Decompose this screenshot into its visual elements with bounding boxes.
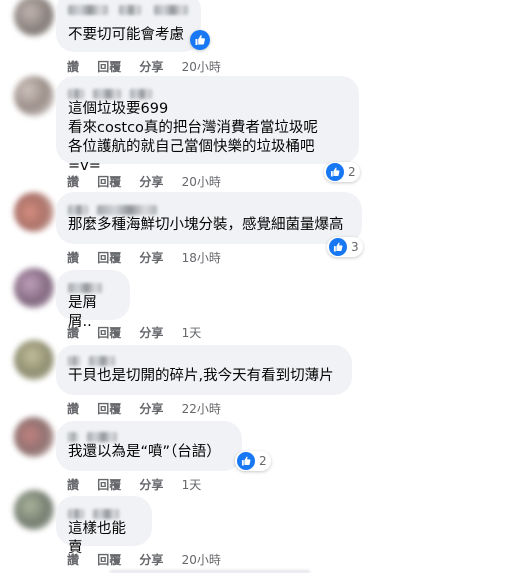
reaction-count: 2 <box>259 454 267 468</box>
avatar[interactable] <box>14 76 54 116</box>
reaction-badge[interactable]: 2 <box>235 451 271 471</box>
timestamp[interactable]: 20小時 <box>182 175 221 189</box>
thumbs-up-icon <box>326 163 344 181</box>
timestamp[interactable]: 18小時 <box>182 251 221 265</box>
comment-text: 干貝也是切開的碎片,我今天有看到切薄片 <box>68 368 334 384</box>
comment-bubble: 這樣也能賣 <box>56 496 152 556</box>
reply-button[interactable]: 回覆 <box>97 326 121 340</box>
comment-actions: 讚 回覆 分享 1天 <box>67 324 215 341</box>
reaction-count: 3 <box>351 240 359 254</box>
avatar[interactable] <box>14 417 54 457</box>
timestamp[interactable]: 20小時 <box>182 60 221 74</box>
avatar[interactable] <box>14 0 54 36</box>
avatar[interactable] <box>14 192 54 232</box>
reply-button[interactable]: 回覆 <box>97 175 121 189</box>
comment-bubble: 我還以為是“噴”（台語） <box>56 421 242 471</box>
thumbs-up-icon <box>329 238 347 256</box>
timestamp[interactable]: 20小時 <box>182 553 221 567</box>
reaction-badge[interactable]: 3 <box>327 237 363 257</box>
comment-bubble: 不要切可能會考慮 <box>56 0 201 52</box>
comment-actions: 讚 回覆 分享 20小時 <box>67 551 235 568</box>
comment-text: 我還以為是“噴”（台語） <box>68 444 221 460</box>
reply-button[interactable]: 回覆 <box>97 553 121 567</box>
thumbs-up-icon <box>190 30 210 50</box>
comment-bubble: 這個垃圾要699 看來costco真的把台灣消費者當垃圾呢 各位護航的就自己當個… <box>56 76 359 174</box>
thumbs-up-icon <box>237 452 255 470</box>
reply-button[interactable]: 回覆 <box>97 251 121 265</box>
comment-author[interactable] <box>68 427 230 442</box>
comment-author[interactable] <box>68 278 118 293</box>
comment-author[interactable] <box>68 84 347 99</box>
comment-author[interactable] <box>68 0 189 15</box>
like-button[interactable]: 讚 <box>67 60 79 74</box>
avatar[interactable] <box>14 268 54 308</box>
reaction-badge[interactable]: 2 <box>324 162 360 182</box>
comment-actions: 讚 回覆 分享 20小時 <box>67 173 235 190</box>
comment-author[interactable] <box>68 504 140 519</box>
reaction-count: 2 <box>348 165 356 179</box>
avatar[interactable] <box>14 340 54 380</box>
reaction-badge[interactable] <box>190 30 210 50</box>
comment-bubble: 干貝也是切開的碎片,我今天有看到切薄片 <box>56 345 352 395</box>
like-button[interactable]: 讚 <box>67 553 79 567</box>
reply-button[interactable]: 回覆 <box>97 478 121 492</box>
like-button[interactable]: 讚 <box>67 402 79 416</box>
comment-text: 這個垃圾要699 看來costco真的把台灣消費者當垃圾呢 各位護航的就自己當個… <box>68 101 318 174</box>
share-button[interactable]: 分享 <box>139 553 163 567</box>
avatar[interactable] <box>14 490 54 530</box>
comment-text: 那麼多種海鮮切小塊分裝，感覺細菌量爆高 <box>68 217 344 233</box>
like-button[interactable]: 讚 <box>67 175 79 189</box>
like-button[interactable]: 讚 <box>67 251 79 265</box>
timestamp[interactable]: 1天 <box>182 326 202 340</box>
comment-actions: 讚 回覆 分享 1天 <box>67 476 215 493</box>
comment-author[interactable] <box>68 351 340 366</box>
share-button[interactable]: 分享 <box>139 478 163 492</box>
comment-author[interactable] <box>68 200 350 215</box>
timestamp[interactable]: 22小時 <box>182 402 221 416</box>
comment-text: 不要切可能會考慮 <box>68 27 184 43</box>
share-button[interactable]: 分享 <box>139 402 163 416</box>
comment-bubble: 那麼多種海鮮切小塊分裝，感覺細菌量爆高 <box>56 192 362 244</box>
comment-bubble: 是屑屑.. <box>56 270 130 330</box>
share-button[interactable]: 分享 <box>139 60 163 74</box>
like-button[interactable]: 讚 <box>67 326 79 340</box>
comment-actions: 讚 回覆 分享 18小時 <box>67 249 235 266</box>
share-button[interactable]: 分享 <box>139 175 163 189</box>
timestamp[interactable]: 1天 <box>182 478 202 492</box>
comment-actions: 讚 回覆 分享 20小時 <box>67 58 235 75</box>
share-button[interactable]: 分享 <box>139 326 163 340</box>
comment-feed: 不要切可能會考慮 讚 回覆 分享 20小時 這個垃圾要699 看來costco真… <box>0 0 524 573</box>
share-button[interactable]: 分享 <box>139 251 163 265</box>
reply-button[interactable]: 回覆 <box>97 402 121 416</box>
like-button[interactable]: 讚 <box>67 478 79 492</box>
reply-button[interactable]: 回覆 <box>97 60 121 74</box>
comment-actions: 讚 回覆 分享 22小時 <box>67 400 235 417</box>
